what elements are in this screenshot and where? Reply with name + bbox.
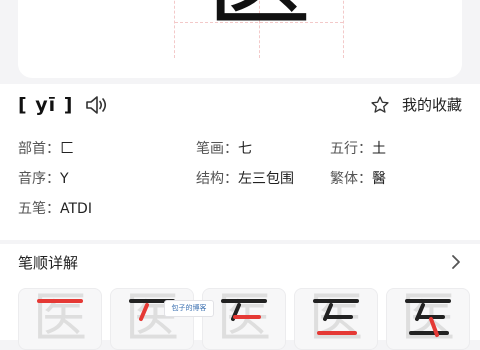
pinyin-row: [ yī ] (18, 94, 108, 116)
stroke-highlight (313, 299, 359, 335)
star-icon (371, 95, 389, 113)
stroke-highlight (405, 299, 451, 337)
stroke-step-card[interactable]: 医 (386, 288, 470, 350)
character-card: 医 (18, 0, 462, 78)
field-wubi: 五笔：ATDI (18, 201, 92, 217)
watermark-label: 包子的博客 (164, 300, 214, 317)
stroke-highlight (37, 299, 83, 303)
character-grid: 医 (174, 0, 344, 58)
stroke-order-title[interactable]: 笔顺详解 (18, 252, 78, 273)
pinyin: [ yī ] (18, 94, 74, 116)
stroke-step-card[interactable]: 医 (294, 288, 378, 350)
field-strokes: 笔画：七 (196, 141, 252, 157)
stroke-step-card[interactable]: 医 (202, 288, 286, 350)
stroke-step-card[interactable]: 医 (18, 288, 102, 350)
stroke-card-list: 医 医 医 医 医 (18, 288, 470, 350)
field-structure: 结构：左三包围 (196, 171, 294, 187)
stroke-highlight (221, 299, 267, 321)
stroke-step-card[interactable]: 医 (110, 288, 194, 350)
field-radical: 部首：匚 (18, 141, 74, 157)
chevron-right-icon[interactable] (450, 254, 462, 270)
field-five-elements: 五行：土 (330, 141, 386, 157)
favorite-label: 我的收藏 (401, 96, 462, 114)
favorite-button[interactable]: 我的收藏 (370, 94, 462, 115)
main-character: 医 (199, 0, 319, 32)
stroke-order-section: 笔顺详解 医 医 医 医 医 (0, 244, 480, 350)
character-info: [ yī ] 我的收藏 部首：匚 笔画：七 五行：土 音序：Y 结构：左三包围 … (0, 84, 480, 240)
field-traditional: 繁体：醫 (330, 171, 386, 187)
stroke-highlight (129, 299, 175, 321)
field-phonetic-order: 音序：Y (18, 171, 69, 187)
speaker-icon[interactable] (84, 94, 108, 116)
